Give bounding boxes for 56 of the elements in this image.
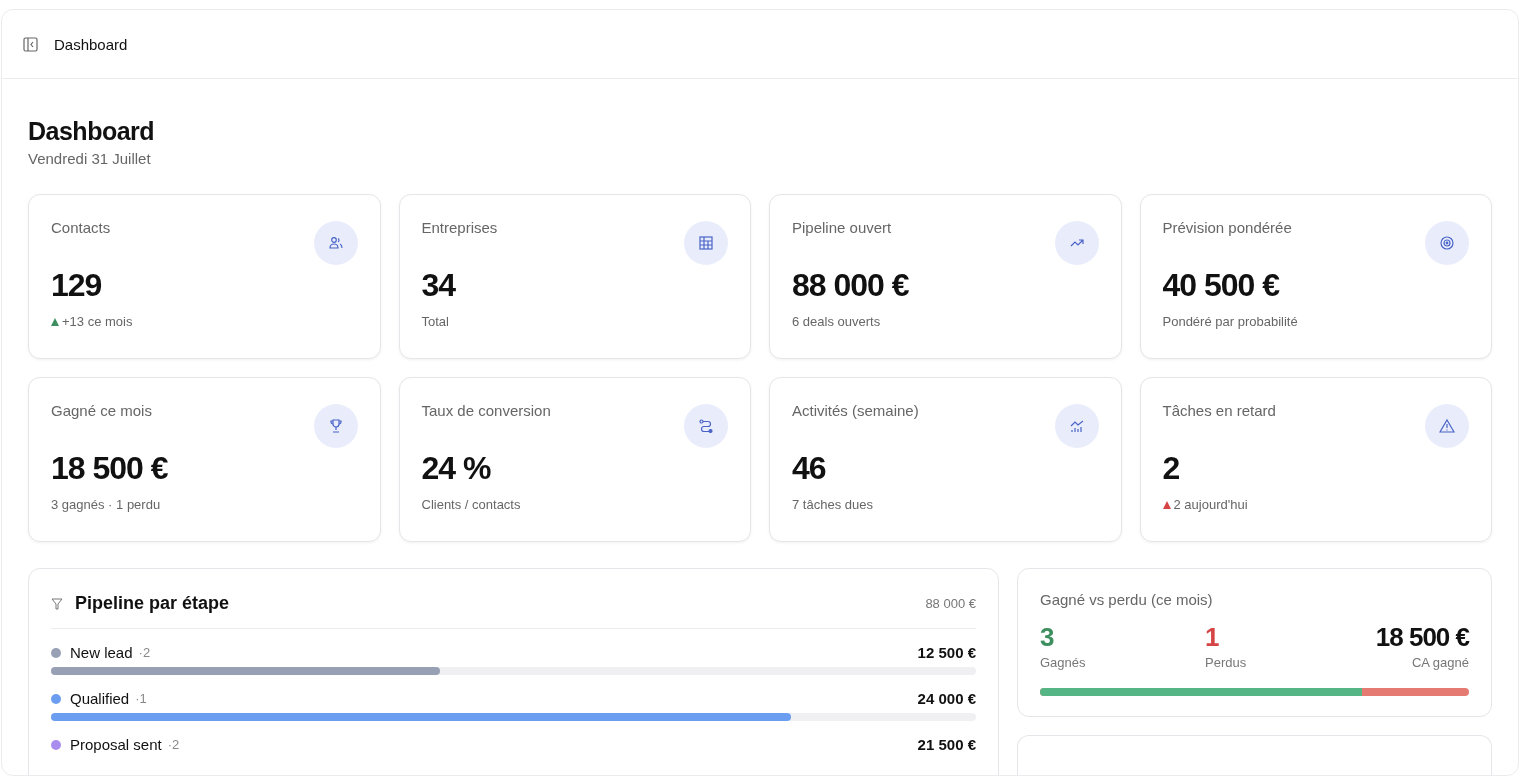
page-title: Dashboard (28, 117, 156, 146)
page-date: Vendredi 31 Juillet (28, 150, 152, 167)
card-value: 24 % (421, 450, 492, 487)
card-label: Tâches en retard (1162, 402, 1276, 419)
won-label: Gagnés (1040, 655, 1087, 670)
building-icon (698, 235, 714, 251)
triangle-icon (1162, 500, 1171, 509)
card-label: Taux de conversion (421, 402, 551, 419)
stage-name: New lead (70, 644, 133, 661)
card-value: 46 (792, 450, 827, 487)
stage-amount: 12 500 € (917, 644, 976, 661)
revenue-value: 18 500 € (1375, 622, 1469, 653)
card-note: 2 aujourd'hui (1173, 497, 1248, 512)
chart-icon (1068, 418, 1085, 434)
card-value: 34 (421, 267, 457, 304)
funnel-icon (51, 597, 63, 610)
card-label: Prévision pondérée (1162, 219, 1292, 236)
card-value: 2 (1162, 450, 1181, 487)
card-label: Gagné ce mois (51, 402, 152, 419)
lost-count: 1 (1205, 622, 1221, 653)
card-note: Clients / contacts (421, 497, 521, 512)
card-value: 18 500 € (51, 450, 169, 487)
stage-count: ·2 (138, 645, 152, 660)
revenue-label: CA gagné (1410, 655, 1469, 670)
card-label: Contacts (51, 219, 111, 236)
header-title: Dashboard (54, 35, 128, 53)
card-value: 88 000 € (792, 267, 910, 304)
panel-title: Pipeline par étape (75, 593, 231, 614)
card-value: 129 (51, 267, 103, 304)
sidebar-toggle-icon[interactable] (23, 36, 38, 52)
card-value: 40 500 € (1162, 267, 1281, 304)
card-note: Pondéré par probabilité (1162, 314, 1298, 329)
stage-count: ·2 (167, 737, 181, 752)
stage-name: Proposal sent (70, 736, 162, 753)
stage-amount: 21 500 € (917, 736, 976, 753)
triangle-icon (51, 317, 59, 326)
card-note: Total (421, 314, 449, 329)
trophy-icon (327, 418, 344, 434)
route-icon (698, 418, 714, 434)
panel-title: Gagné vs perdu (ce mois) (1040, 591, 1214, 608)
card-label: Entreprises (421, 219, 498, 236)
won-count: 3 (1040, 622, 1056, 653)
stage-amount: 24 000 € (917, 690, 976, 707)
people-icon (327, 235, 344, 251)
card-note: 3 gagnés · 1 perdu (51, 497, 161, 512)
card-label: Pipeline ouvert (792, 219, 892, 236)
card-label: Activités (semaine) (792, 402, 919, 419)
card-note: 7 tâches dues (792, 497, 873, 512)
stage-count: ·1 (135, 691, 148, 706)
stage-name: Qualified (70, 690, 130, 707)
lost-label: Perdus (1205, 655, 1248, 670)
card-note: 6 deals ouverts (792, 314, 881, 329)
card-note: +13 ce mois (62, 314, 133, 329)
target-icon (1439, 235, 1455, 251)
pipeline-total: 88 000 € (925, 596, 976, 611)
warning-icon (1439, 418, 1455, 434)
